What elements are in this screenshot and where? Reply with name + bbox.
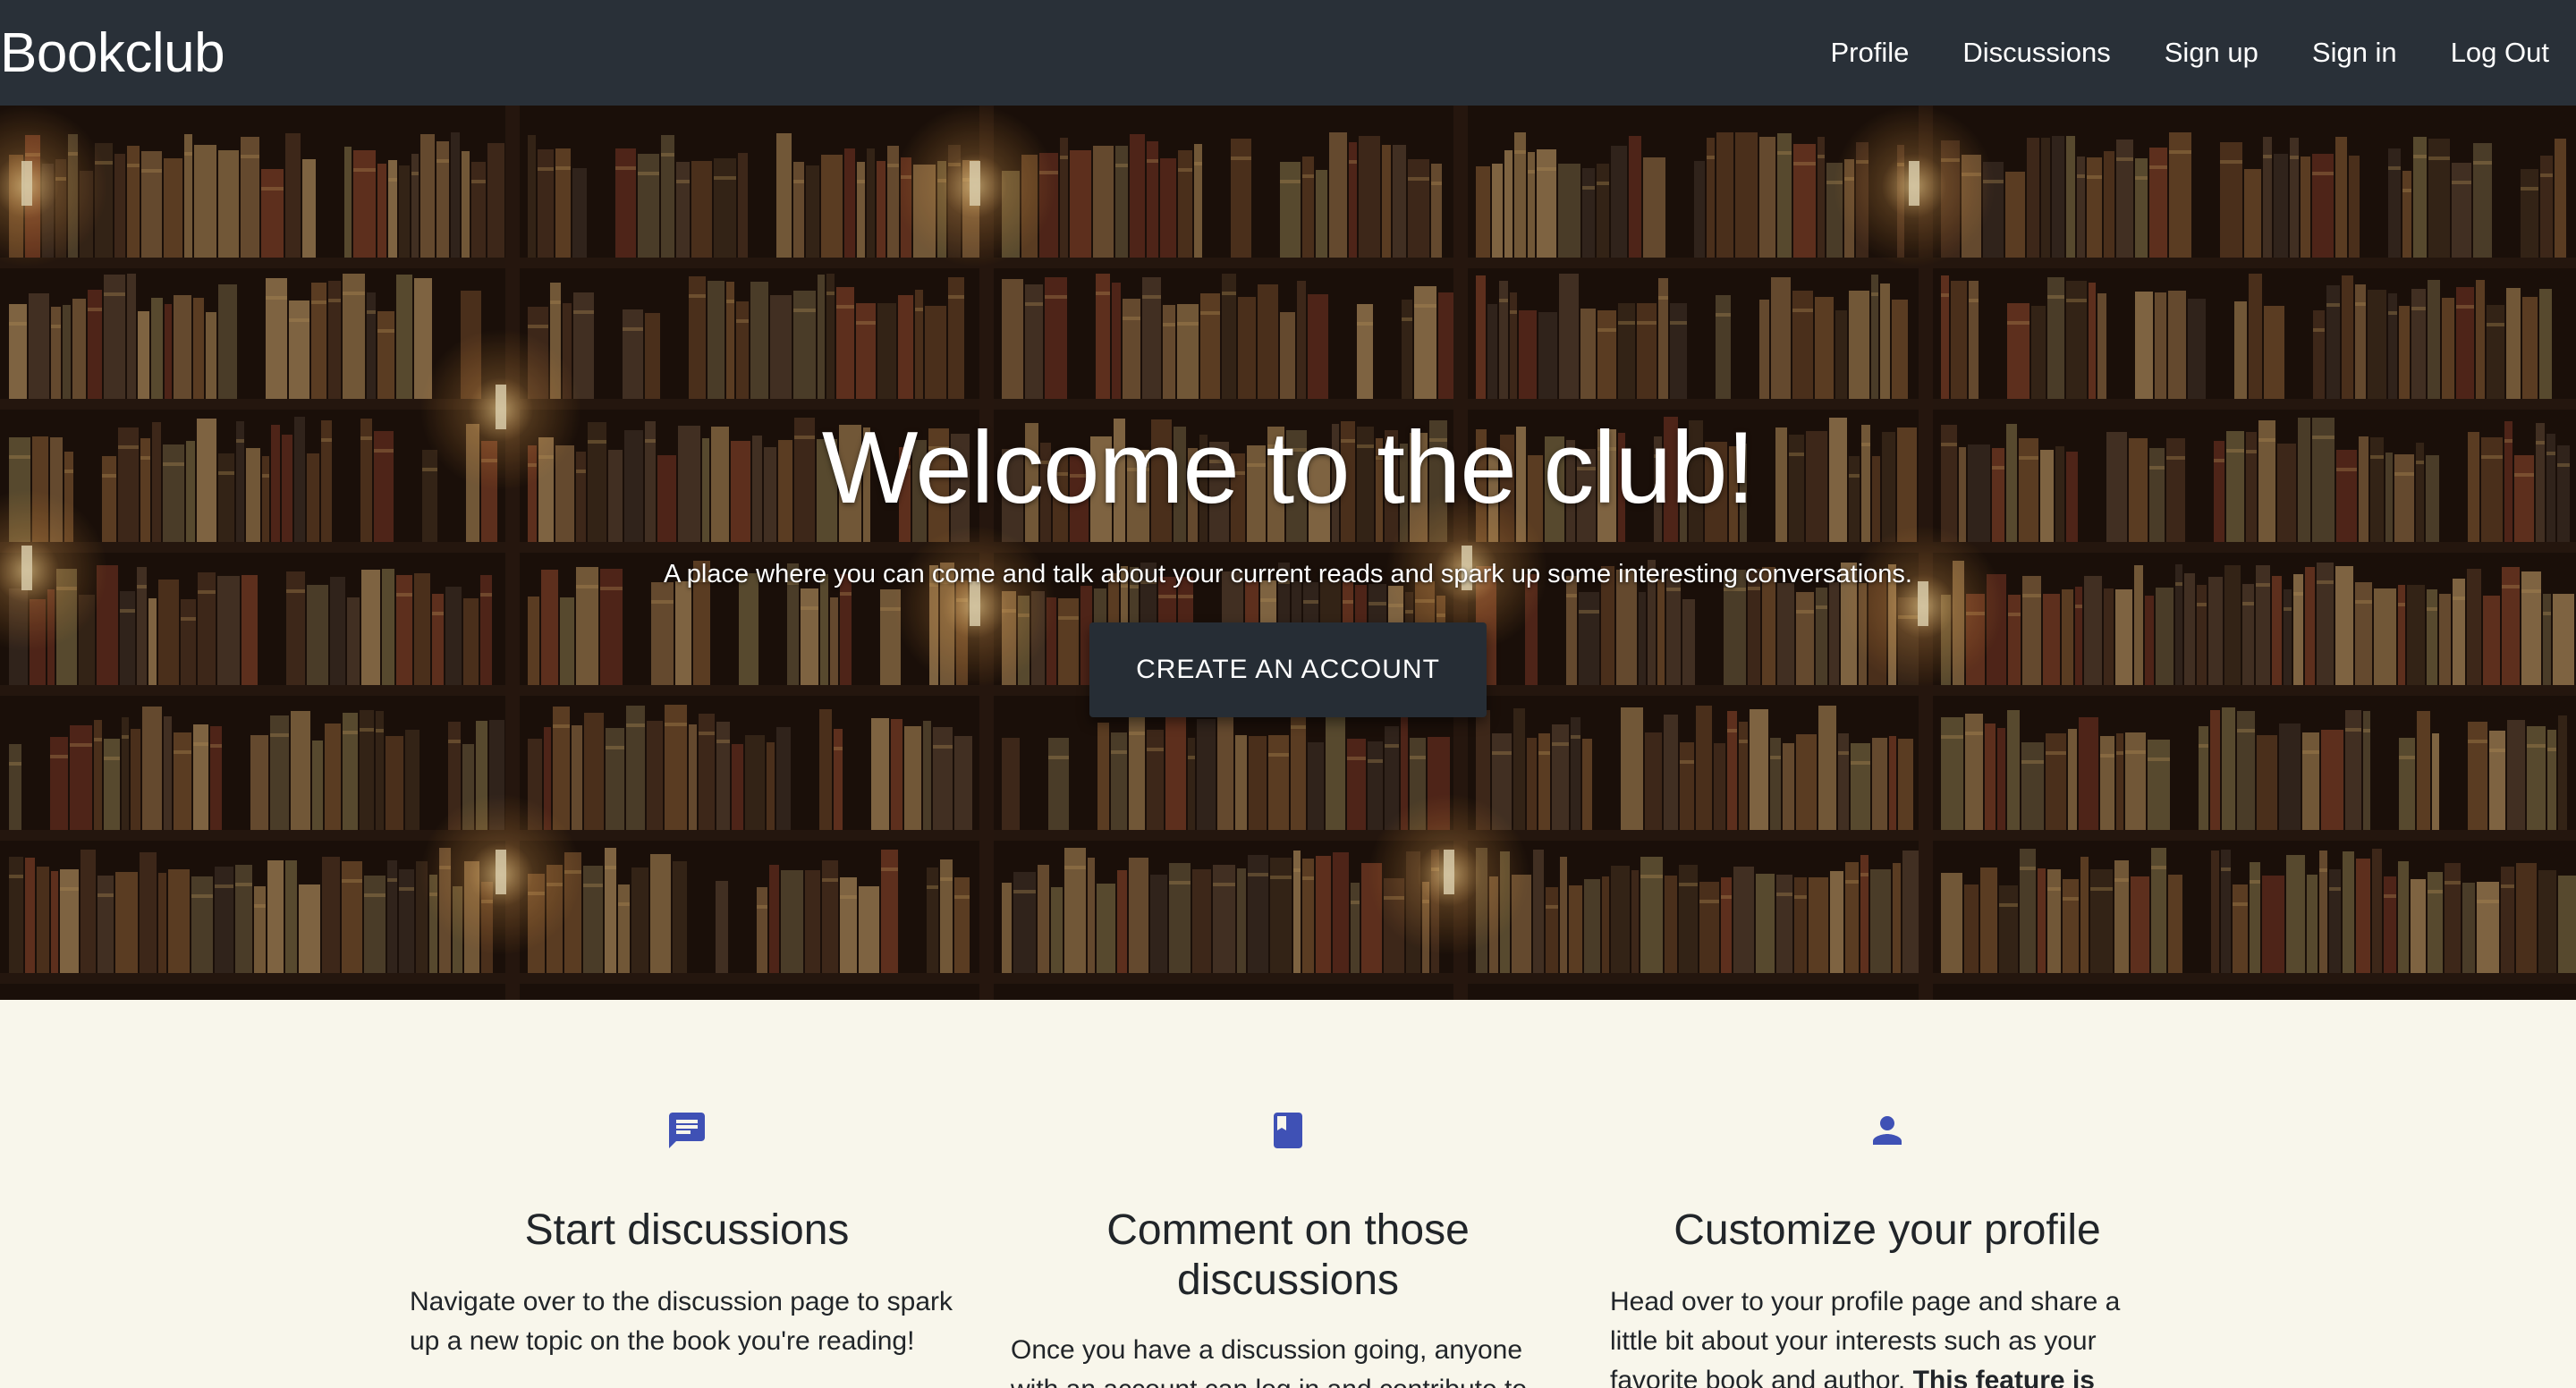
chat-icon (669, 1113, 705, 1148)
features-section: Start discussions Navigate over to the d… (0, 1000, 2576, 1388)
nav-link-profile[interactable]: Profile (1830, 37, 1909, 69)
navbar: Bookclub Profile Discussions Sign up Sig… (0, 0, 2576, 106)
hero-content: Welcome to the club! A place where you c… (0, 106, 2576, 1000)
feature-text: Once you have a discussion going, anyone… (1011, 1335, 1527, 1388)
feature-text-bold: This feature is (1912, 1366, 2095, 1388)
nav-link-sign-up[interactable]: Sign up (2165, 37, 2258, 69)
nav-link-discussions[interactable]: Discussions (1962, 37, 2110, 69)
feature-text: Head over to your profile page and share… (1610, 1282, 2165, 1388)
feature-title: Start discussions (524, 1206, 850, 1254)
feature-text: Navigate over to the discussion page to … (410, 1287, 953, 1356)
hero-section: Welcome to the club! A place where you c… (0, 106, 2576, 1000)
brand-logo[interactable]: Bookclub (0, 21, 225, 85)
feature-title: Customize your profile (1674, 1206, 2101, 1254)
feature-title: Comment on those discussions (1106, 1206, 1470, 1304)
nav-links: Profile Discussions Sign up Sign in Log … (1776, 37, 2549, 69)
nav-link-log-out[interactable]: Log Out (2451, 37, 2549, 69)
person-icon (1873, 1116, 1902, 1145)
hero-subtitle: A place where you can come and talk abou… (663, 560, 1912, 588)
hero-title: Welcome to the club! (821, 411, 1755, 525)
book-icon (1274, 1113, 1302, 1148)
create-account-button[interactable]: CREATE AN ACCOUNT (1089, 622, 1487, 717)
nav-link-sign-in[interactable]: Sign in (2312, 37, 2397, 69)
